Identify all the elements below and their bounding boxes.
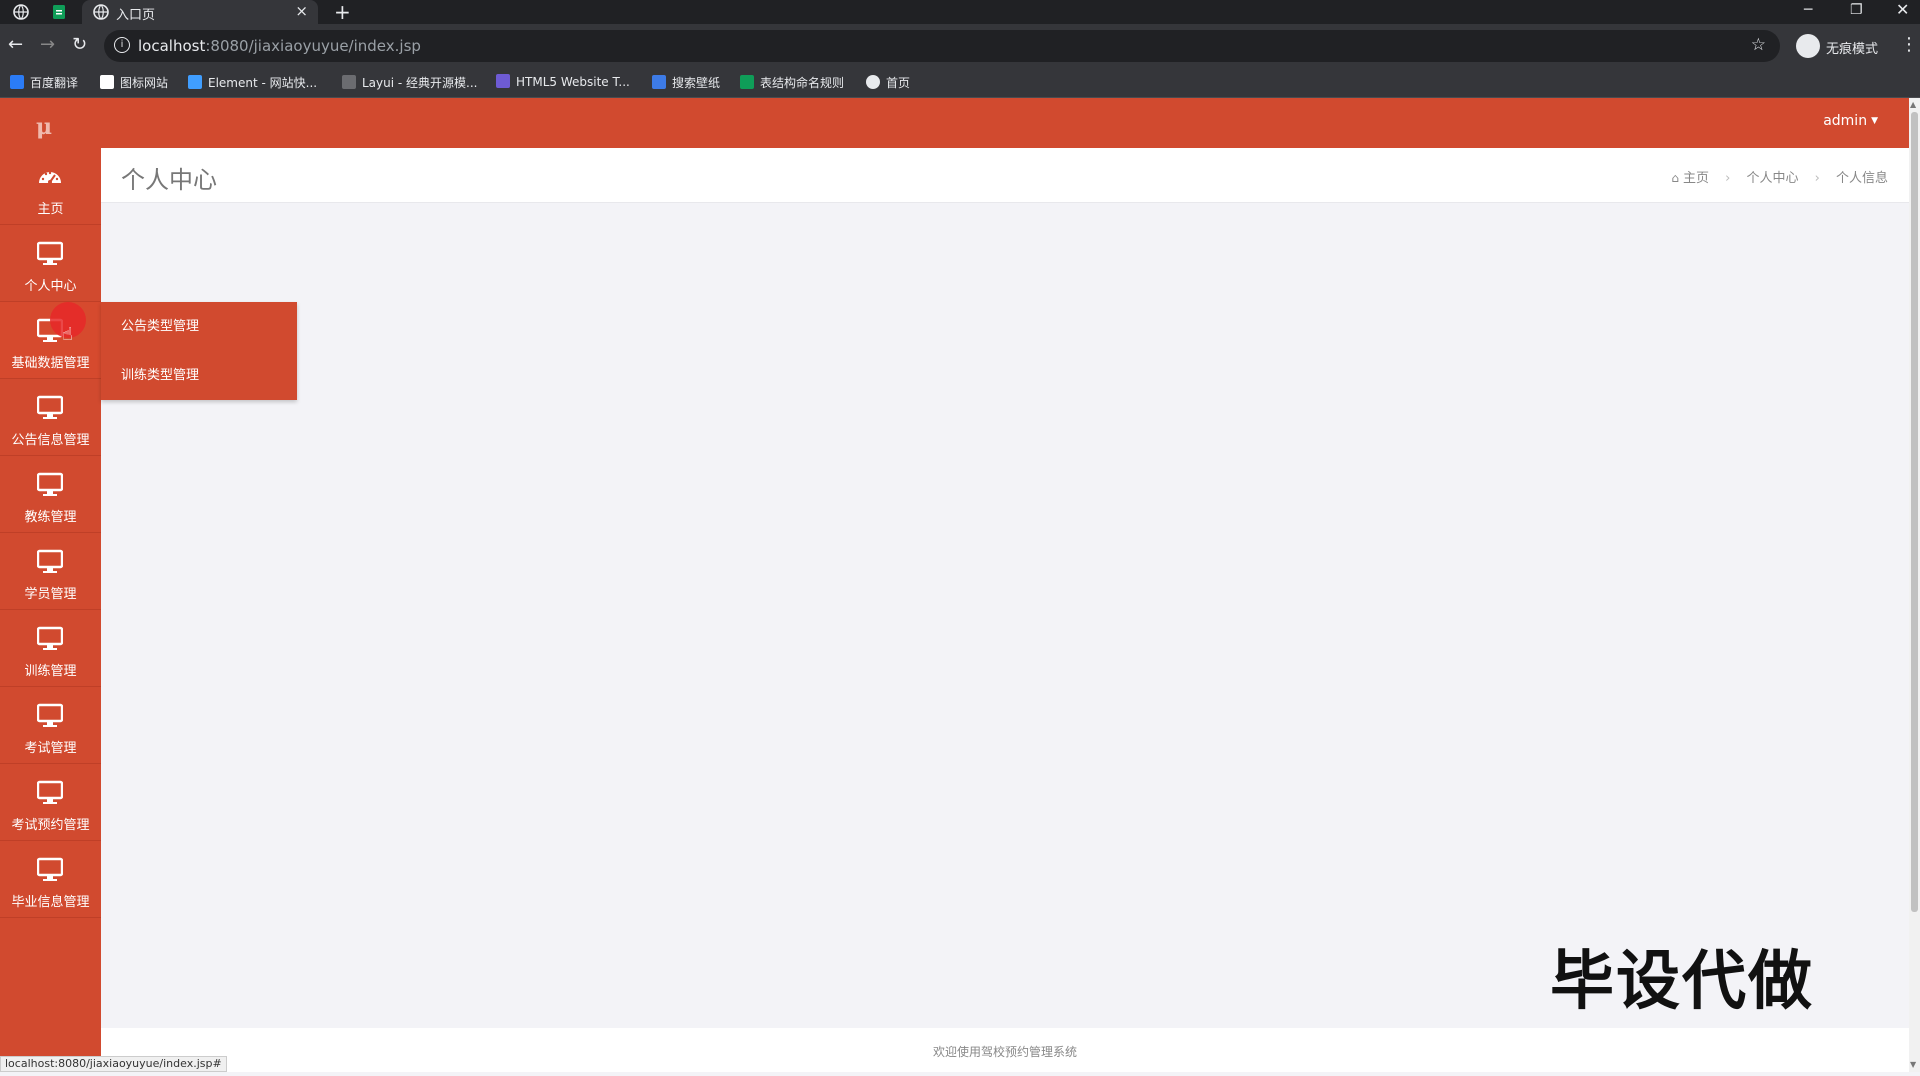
bookmark-item[interactable]: 图标网站 [100,74,168,91]
bookmark-item[interactable]: Element - 网站快... [188,74,317,91]
sidebar-item-label: 训练管理 [24,664,77,679]
sidebar-item-profile[interactable]: 个人中心 [0,225,101,302]
status-url: localhost:8080/jiaxiaoyuyue/index.jsp# [0,1056,227,1072]
sidebar-item-coach[interactable]: 教练管理 [0,456,101,533]
sidebar-item-label: 教练管理 [24,510,77,525]
sheet-tab-icon[interactable] [50,3,68,21]
globe-icon [866,75,880,89]
element-icon [188,75,202,89]
sheet-icon [740,75,754,89]
browser-tab-bar: 入口页 × + ─ ❐ ✕ [0,0,1920,24]
sidebar-item-label: 学员管理 [24,587,77,602]
browser-menu-icon[interactable]: ⋮ [1900,34,1918,55]
scroll-up-icon[interactable]: ▲ [1910,100,1916,109]
site-info-icon[interactable]: i [114,37,130,53]
breadcrumb: ⌂ 主页 › 个人中心 › 个人信息 [1671,167,1888,186]
flag-icon [100,75,114,89]
scroll-thumb[interactable] [1911,112,1918,912]
reload-icon[interactable]: ↻ [72,34,87,56]
basic-data-submenu: 公告类型管理 训练类型管理 [101,302,297,400]
url-text: localhost:8080/jiaxiaoyuyue/index.jsp [138,37,421,55]
sidebar-item-notice[interactable]: 公告信息管理 [0,379,101,456]
bookmark-item[interactable]: 百度翻译 [10,74,78,91]
bookmark-star-icon[interactable]: ☆ [1751,35,1766,55]
bookmarks-bar: 百度翻译 图标网站 Element - 网站快... Layui - 经典开源模… [0,68,1920,98]
monitor-icon [37,241,63,265]
url-field[interactable]: i localhost:8080/jiaxiaoyuyue/index.jsp … [104,30,1780,62]
sidebar-item-label: 基础数据管理 [11,356,90,371]
bookmark-item[interactable]: 表结构命名规则 [740,74,844,91]
sidebar-item-graduation[interactable]: 毕业信息管理 [0,841,101,918]
page-header: 个人中心 ⌂ 主页 › 个人中心 › 个人信息 [101,148,1909,203]
html5-icon [496,74,510,88]
breadcrumb-separator: › [1814,171,1820,186]
scroll-down-icon[interactable]: ▼ [1910,1060,1916,1069]
monitor-icon [37,857,63,881]
sidebar-item-training[interactable]: 训练管理 [0,610,101,687]
bookmark-item[interactable]: 搜索壁纸 [652,74,720,91]
sidebar-item-label: 考试预约管理 [11,818,90,833]
new-tab-button[interactable]: + [334,0,351,24]
back-icon[interactable]: ← [8,34,23,56]
caret-down-icon: ▼ [1871,116,1878,126]
address-bar-row: ← → ↻ i localhost:8080/jiaxiaoyuyue/inde… [0,24,1920,68]
layui-icon [342,75,356,89]
main-content: 个人中心 ⌂ 主页 › 个人中心 › 个人信息 [101,148,1909,1028]
home-icon: ⌂ [1671,171,1679,185]
tab-title: 入口页 [116,8,156,23]
user-menu[interactable]: admin ▼ [1823,113,1878,129]
globe-icon [93,4,109,20]
watermark-text: 毕设代做 [1550,945,1814,1019]
sidebar-item-exam-booking[interactable]: 考试预约管理 [0,764,101,841]
sidebar-item-student[interactable]: 学员管理 [0,533,101,610]
close-tab-icon[interactable]: × [295,2,308,20]
sidebar-item-label: 个人中心 [24,279,77,294]
monitor-icon [37,703,63,727]
monitor-icon [37,626,63,650]
breadcrumb-current: 个人信息 [1835,171,1888,186]
restore-icon[interactable]: ❐ [1850,0,1863,20]
app-logo: μ [36,114,53,140]
sidebar-item-home[interactable]: 主页 [0,148,101,225]
sidebar-item-label: 公告信息管理 [11,433,90,448]
breadcrumb-home[interactable]: ⌂ 主页 [1671,171,1709,186]
sidebar-item-label: 毕业信息管理 [11,895,90,910]
breadcrumb-item[interactable]: 个人中心 [1746,171,1798,186]
monitor-icon [37,549,63,573]
monitor-icon [37,395,63,419]
bookmark-icon [10,75,24,89]
incognito-label: 无痕模式 [1826,42,1879,57]
bookmark-item[interactable]: 首页 [866,74,910,91]
page-scrollbar[interactable]: ▲ ▼ [1909,98,1920,1072]
dashboard-icon [39,171,61,184]
submenu-item-training-type[interactable]: 训练类型管理 [101,351,297,400]
breadcrumb-separator: › [1725,171,1731,186]
incognito-icon[interactable] [1796,34,1820,58]
close-window-icon[interactable]: ✕ [1896,0,1909,20]
active-tab[interactable]: 入口页 × [82,0,318,24]
bookmark-item[interactable]: Layui - 经典开源模... [342,74,477,91]
sidebar-item-label: 考试管理 [24,741,77,756]
wallpaper-icon [652,75,666,89]
page-title: 个人中心 [121,166,217,194]
footer: 欢迎使用驾校预约管理系统 [101,1028,1909,1072]
sidebar-item-label: 主页 [37,202,64,217]
bookmark-item[interactable]: HTML5 Website T... [496,74,630,89]
submenu-item-notice-type[interactable]: 公告类型管理 [101,302,297,351]
sidebar-item-exam[interactable]: 考试管理 [0,687,101,764]
hand-cursor-icon: ☝ [62,324,73,345]
minimize-icon[interactable]: ─ [1804,0,1812,20]
forward-icon[interactable]: → [40,34,55,56]
app-header: μ admin ▼ [0,98,1920,148]
globe-icon[interactable] [12,3,30,21]
monitor-icon [37,780,63,804]
monitor-icon [37,472,63,496]
sidebar: 主页 个人中心 基础数据管理 公告信息管理 教练管理 学员管理 训练管理 考试管… [0,148,101,1072]
